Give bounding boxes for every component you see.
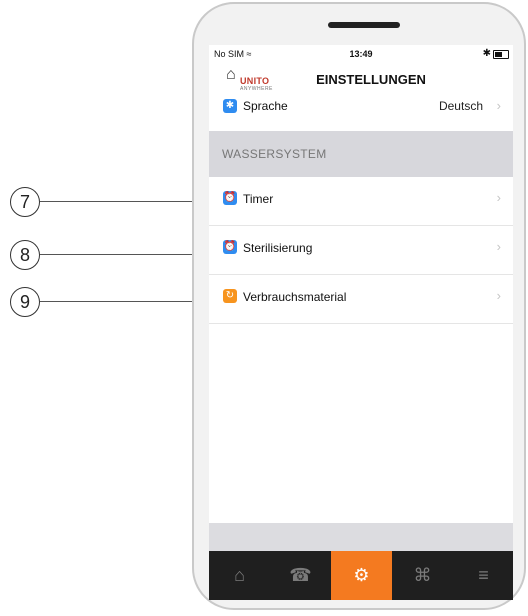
row-label: Sprache [243,99,288,113]
callout-number: 9 [10,287,40,317]
bar-chart-icon: ≡ [478,565,489,585]
section-header: WASSERSYSTEM [209,131,513,177]
bluetooth-icon: ✱ [223,99,237,113]
tab-home[interactable]: ⌂ [209,551,270,600]
callout-number: 8 [10,240,40,270]
settings-row-timer[interactable]: ⏰ Timer › [209,177,513,226]
callout-7: 7 [0,187,215,217]
alarm-clock-icon: ⏰ [223,191,237,205]
home-icon: ⌂ [234,565,245,585]
phone-icon: ☎ [289,565,312,585]
tab-bar: ⌂ ☎ ⚙ ⌘ ≡ [209,551,513,600]
battery-icon [493,50,509,59]
callout-line [40,254,215,255]
bottom-gray-band [209,523,513,551]
row-label: Verbrauchsmaterial [243,290,347,304]
chevron-right-icon: › [496,98,501,113]
row-label: Sterilisierung [243,241,313,255]
callout-number: 7 [10,187,40,217]
callout-9: 9 [0,287,215,317]
tab-cart[interactable]: ⌘ [392,551,453,600]
page-title: EINSTELLUNGEN [316,72,426,87]
refresh-icon: ↻ [223,289,237,303]
status-time: 13:49 [349,49,373,59]
callout-line [40,301,215,302]
settings-row-language[interactable]: ✱ Sprache Deutsch › [209,93,513,132]
nav-bar: ⌂ UNITO ANYWHERE EINSTELLUNGEN [209,63,513,97]
alarm-clock-icon: ⏰ [223,240,237,254]
settings-row-sterilization[interactable]: ⏰ Sterilisierung › [209,226,513,275]
tab-phone[interactable]: ☎ [270,551,331,600]
chevron-right-icon: › [496,288,501,303]
tab-settings[interactable]: ⚙ [331,551,392,600]
settings-row-consumables[interactable]: ↻ Verbrauchsmaterial › [209,275,513,324]
app-screen: No SIM ≈ 13:49 ✱ ⌂ UNITO ANYWHERE EINSTE… [209,45,513,600]
bluetooth-icon: ✱ [482,48,491,59]
chevron-right-icon: › [496,190,501,205]
tab-statistics[interactable]: ≡ [453,551,513,600]
callout-line [40,201,215,202]
row-label: Timer [243,192,274,206]
status-bar: No SIM ≈ 13:49 ✱ [209,45,513,63]
section-title: WASSERSYSTEM [222,147,327,161]
cart-icon: ⌘ [413,565,432,585]
callout-8: 8 [0,240,215,270]
row-value: Deutsch [438,99,483,113]
gear-icon: ⚙ [353,565,370,585]
chevron-right-icon: › [496,239,501,254]
phone-speaker [328,22,400,28]
